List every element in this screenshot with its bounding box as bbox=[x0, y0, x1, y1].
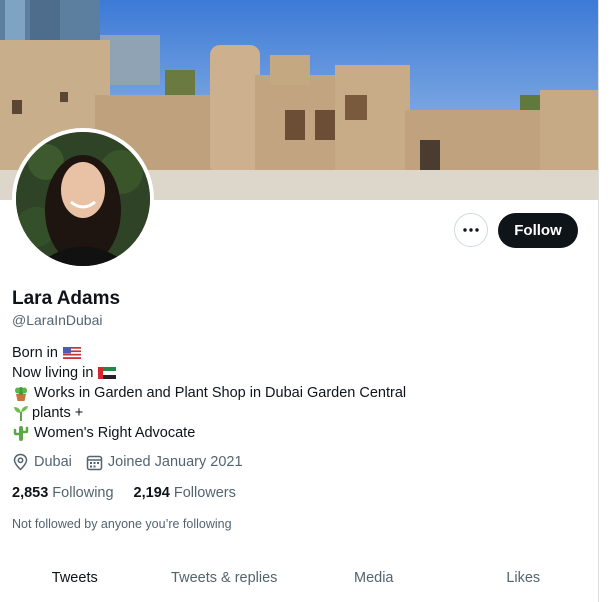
profile-stats: 2,853 Following 2,194 Followers bbox=[12, 485, 256, 501]
profile-tabs: Tweets Tweets & replies Media Likes bbox=[0, 555, 598, 601]
tab-tweets[interactable]: Tweets bbox=[0, 555, 150, 601]
location-pin-icon bbox=[13, 453, 28, 471]
joined-text: Joined January 2021 bbox=[107, 454, 243, 470]
location-text: Dubai bbox=[34, 454, 72, 470]
profile-handle: @LaraInDubai bbox=[12, 312, 103, 328]
calendar-icon bbox=[86, 455, 103, 470]
profile-page: Follow Lara Adams @LaraInDubai Born in N… bbox=[0, 0, 599, 602]
bio-line-work: Works in Garden and Plant Shop in Dubai … bbox=[12, 383, 406, 403]
profile-name: Lara Adams bbox=[12, 288, 121, 309]
bio-work-text: Works in Garden and Plant Shop in Dubai … bbox=[34, 385, 407, 401]
not-followed-note: Not followed by anyone you’re following bbox=[12, 517, 232, 531]
followers-link[interactable]: 2,194 Followers bbox=[134, 485, 236, 501]
tab-likes[interactable]: Likes bbox=[449, 555, 599, 601]
seedling-icon bbox=[14, 406, 28, 421]
bio-born-text: Born in bbox=[12, 345, 58, 361]
profile-bio: Born in Now living in Works in Garden an… bbox=[12, 343, 406, 443]
bio-line-plants: plants + bbox=[12, 403, 406, 423]
follow-button[interactable]: Follow bbox=[498, 213, 578, 248]
us-flag-icon bbox=[62, 347, 81, 359]
profile-meta: Dubai Joined January 2021 bbox=[12, 453, 257, 471]
location-item: Dubai bbox=[12, 453, 72, 471]
more-horizontal-icon bbox=[463, 228, 479, 232]
potted-plant-icon bbox=[15, 387, 27, 401]
avatar[interactable] bbox=[12, 128, 154, 270]
cactus-icon bbox=[13, 426, 29, 441]
bio-line-advocate: Women's Right Advocate bbox=[12, 423, 406, 443]
bio-plants-text: plants + bbox=[32, 405, 84, 421]
followers-label: Followers bbox=[173, 485, 236, 501]
following-label: Following bbox=[52, 485, 114, 501]
followers-count: 2,194 bbox=[133, 485, 170, 501]
joined-item: Joined January 2021 bbox=[86, 454, 243, 471]
following-link[interactable]: 2,853 Following bbox=[12, 485, 114, 501]
more-options-button[interactable] bbox=[454, 213, 488, 247]
bio-line-born: Born in bbox=[12, 343, 406, 363]
bio-living-text: Now living in bbox=[12, 365, 94, 381]
tab-tweets-replies[interactable]: Tweets & replies bbox=[150, 555, 300, 601]
bio-advocate-text: Women's Right Advocate bbox=[34, 425, 196, 441]
tab-media[interactable]: Media bbox=[299, 555, 449, 601]
uae-flag-icon bbox=[98, 367, 117, 379]
following-count: 2,853 bbox=[12, 485, 49, 501]
bio-line-living: Now living in bbox=[12, 363, 406, 383]
